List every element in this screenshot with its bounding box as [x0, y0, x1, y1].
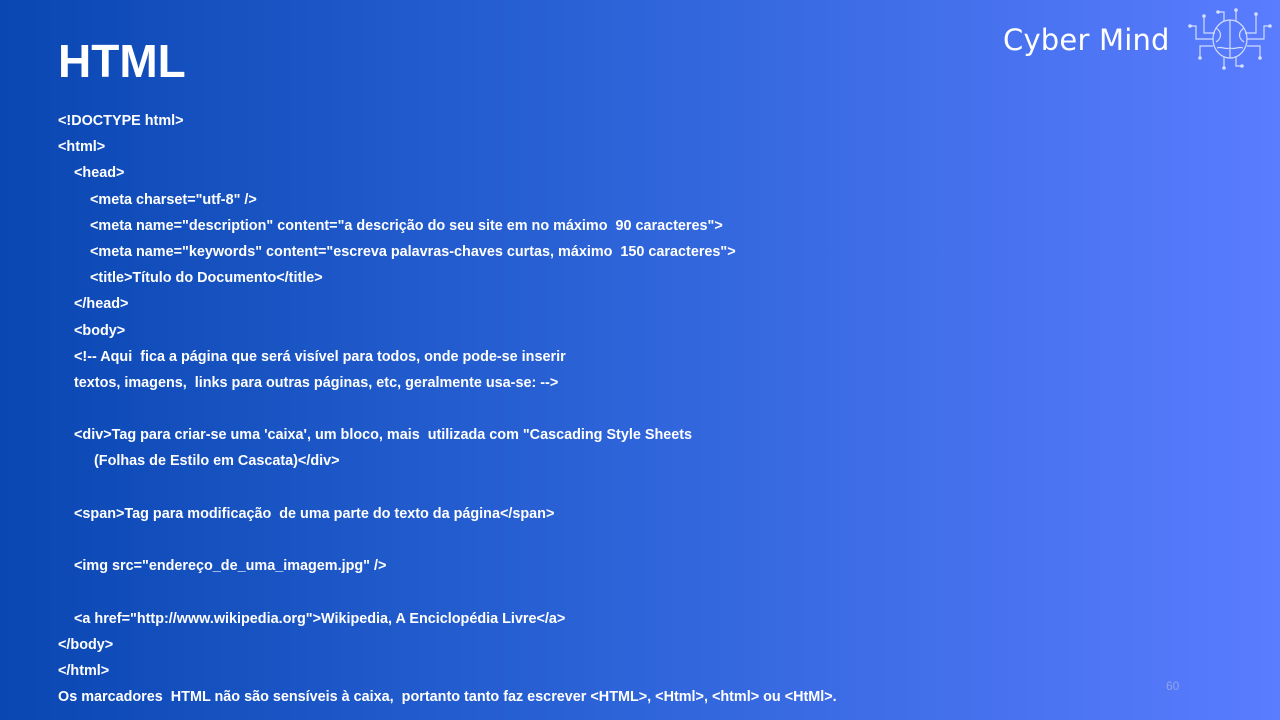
code-line-head-open: <head>	[74, 165, 125, 182]
logo-text: Cyber Mind	[1003, 23, 1170, 57]
code-line-head-close: </head>	[74, 296, 129, 313]
code-line-div-2: (Folhas de Estilo em Cascata)</div>	[94, 453, 340, 470]
code-line-comment-2: textos, imagens, links para outras págin…	[74, 374, 559, 391]
html-code-listing: <!DOCTYPE html> <html> <head> <meta char…	[58, 108, 1208, 710]
code-line-html-close: </html>	[58, 662, 110, 679]
code-line-body-open: <body>	[74, 322, 126, 339]
code-line-div-1: <div>Tag para criar-se uma 'caixa', um b…	[74, 427, 693, 444]
code-line-html-open: <html>	[58, 139, 106, 156]
code-line-body-close: </body>	[58, 636, 114, 653]
cyber-mind-logo: Cyber Mind	[1003, 6, 1275, 72]
case-sensitivity-note: Os marcadores HTML não são sensíveis à c…	[58, 689, 837, 706]
slide-title: HTML	[58, 35, 186, 87]
code-line-meta-description: <meta name="description" content="a desc…	[90, 217, 723, 234]
code-line-anchor: <a href="http://www.wikipedia.org">Wikip…	[74, 610, 566, 627]
code-line-img: <img src="endereço_de_uma_imagem.jpg" />	[74, 558, 387, 575]
code-line-doctype: <!DOCTYPE html>	[58, 113, 184, 129]
code-line-meta-keywords: <meta name="keywords" content="escreva p…	[90, 243, 736, 260]
code-line-comment-1: <!-- Aqui fica a página que será visível…	[74, 348, 566, 365]
brain-circuit-icon	[1188, 8, 1272, 70]
code-line-title: <title>Título do Documento</title>	[90, 270, 323, 287]
code-line-span: <span>Tag para modificação de uma parte …	[74, 505, 555, 522]
page-number: 60	[1166, 679, 1180, 693]
code-line-meta-charset: <meta charset="utf-8" />	[90, 191, 257, 208]
